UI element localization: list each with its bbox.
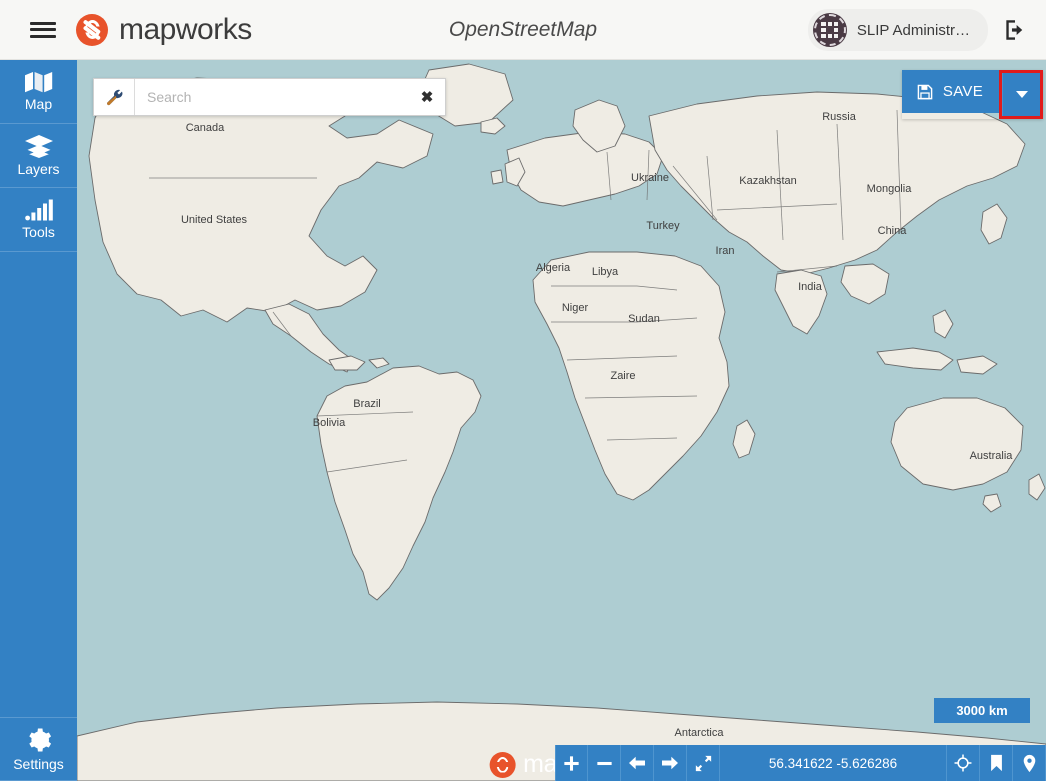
country-label: Kazakhstan — [739, 175, 796, 187]
plus-icon — [564, 755, 579, 771]
expand-arrows-icon — [695, 755, 711, 771]
brand-logo[interactable]: mapworks — [76, 13, 252, 47]
country-label: China — [878, 225, 908, 237]
avatar-cell — [821, 27, 826, 33]
avatar-cell — [833, 27, 839, 33]
minus-icon — [596, 761, 612, 765]
search-input[interactable] — [135, 79, 445, 115]
zoom-in-button[interactable] — [555, 745, 588, 781]
country-label: Niger — [562, 302, 589, 314]
gear-icon — [28, 728, 51, 751]
avatar-cell — [833, 21, 839, 27]
map-icon — [24, 72, 52, 93]
country-label: Sudan — [628, 313, 660, 325]
avatar-cell — [827, 21, 833, 27]
sidebar-item-tools[interactable]: Tools — [0, 188, 77, 252]
country-label: Zaire — [610, 370, 635, 382]
sidebar-item-label: Map — [24, 96, 53, 112]
brand-name: mapworks — [119, 12, 252, 46]
save-dropdown-highlight — [999, 70, 1043, 119]
sidebar: Map Layers Tools Settings — [0, 60, 77, 781]
avatar-cell — [828, 28, 833, 33]
locate-crosshair-icon — [954, 754, 972, 772]
save-dropdown-button[interactable] — [1002, 73, 1040, 116]
sidebar-item-settings[interactable]: Settings — [0, 717, 77, 781]
sidebar-item-map[interactable]: Map — [0, 60, 77, 124]
country-label: Turkey — [646, 220, 680, 232]
avatar-grid — [821, 21, 839, 39]
bookmark-icon — [990, 754, 1002, 772]
hamburger-line — [30, 28, 56, 31]
avatar-cell — [821, 21, 826, 27]
layers-icon — [24, 135, 53, 158]
country-label: Brazil — [353, 398, 381, 410]
map-pin-icon — [1023, 754, 1035, 772]
hamburger-line — [30, 21, 56, 25]
bookmark-button[interactable] — [980, 745, 1013, 781]
user-zone: SLIP Administr… — [807, 0, 1028, 60]
country-label: United States — [181, 214, 248, 226]
save-button[interactable]: SAVE — [901, 70, 999, 113]
country-label: Mongolia — [867, 183, 913, 195]
avatar-cell — [821, 33, 826, 39]
logout-icon[interactable] — [1002, 17, 1028, 43]
pan-left-button[interactable] — [621, 745, 654, 781]
zoom-out-button[interactable] — [588, 745, 621, 781]
locate-crosshair-button[interactable] — [947, 745, 980, 781]
sidebar-item-layers[interactable]: Layers — [0, 124, 77, 188]
search-bar: ✖ — [93, 78, 446, 116]
country-label: Canada — [186, 122, 225, 134]
app-header: mapworks OpenStreetMap SLIP Administr… — [0, 0, 1046, 60]
map-scale-bar: 3000 km — [934, 698, 1030, 723]
country-label: Libya — [592, 266, 619, 278]
tools-bar-chart-icon — [24, 199, 53, 221]
map-canvas[interactable]: Canada United States Brazil Bolivia Russ… — [77, 60, 1046, 781]
user-name-label: SLIP Administr… — [856, 21, 970, 39]
country-label: Russia — [822, 111, 857, 123]
country-label: Antarctica — [675, 727, 725, 739]
country-label: Ukraine — [631, 172, 669, 184]
hamburger-line — [30, 34, 56, 38]
logo-ring — [85, 20, 100, 39]
save-button-label: SAVE — [942, 83, 983, 100]
avatar — [812, 13, 847, 47]
fullscreen-button[interactable] — [687, 745, 720, 781]
map-pin-button[interactable] — [1013, 745, 1046, 781]
arrow-right-icon — [662, 756, 678, 770]
wrench-icon — [106, 89, 122, 105]
sidebar-item-label: Settings — [13, 755, 64, 772]
country-label: India — [798, 281, 823, 293]
search-clear-button[interactable]: ✖ — [418, 88, 436, 106]
sidebar-item-label: Tools — [22, 224, 55, 240]
coordinates-readout: 56.341622 -5.626286 — [720, 745, 947, 781]
hamburger-menu-icon[interactable] — [30, 20, 56, 40]
save-button-group: SAVE — [901, 70, 1043, 119]
country-label: Algeria — [536, 262, 571, 274]
map-bottom-toolbar: 56.341622 -5.626286 — [555, 745, 1046, 781]
application-window: mapworks OpenStreetMap SLIP Administr… M… — [0, 0, 1046, 781]
floppy-save-icon — [917, 84, 933, 99]
country-label: Australia — [970, 450, 1014, 462]
avatar-cell — [833, 33, 839, 39]
avatar-cell — [827, 33, 833, 39]
user-menu-button[interactable]: SLIP Administr… — [807, 9, 988, 51]
sidebar-item-label: Layers — [17, 161, 60, 177]
country-label: Bolivia — [313, 417, 346, 429]
country-label: Iran — [716, 245, 735, 257]
arrow-left-icon — [629, 756, 645, 770]
pan-right-button[interactable] — [654, 745, 687, 781]
search-tool-button[interactable] — [94, 79, 135, 115]
mapworks-logo-icon — [76, 13, 108, 46]
world-map[interactable]: Canada United States Brazil Bolivia Russ… — [77, 60, 1046, 781]
chevron-down-icon — [1015, 91, 1028, 98]
